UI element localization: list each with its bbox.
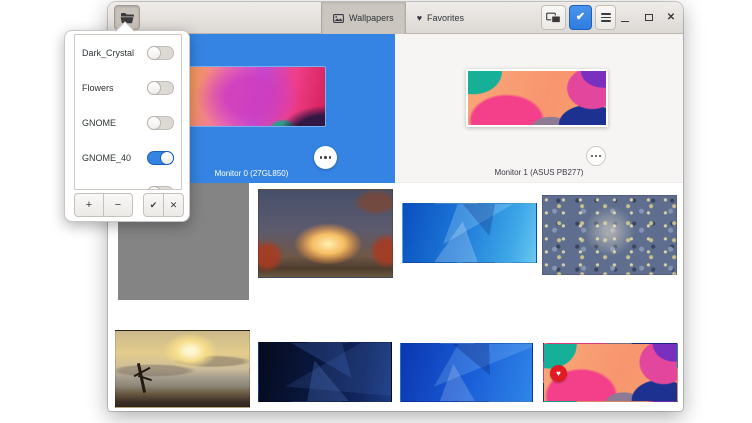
folder-toggle-switch[interactable] [147,186,174,191]
folder-row-gnome[interactable]: GNOME [75,105,181,140]
monitor-panes: Monitor 0 (27GL850) Monitor 1 (ASUS PB27… [108,34,683,183]
wallpaper-thumbnail-gnome40-favorite[interactable]: ♥ [543,343,678,402]
tab-favorites-label: Favorites [427,13,464,23]
minimize-icon [621,21,629,23]
popover-actions: + − ✔ ✕ [65,193,189,217]
menu-icon [601,12,611,24]
apply-wallpapers-button[interactable]: ✔ [569,5,592,30]
checkmark-icon: ✔ [576,12,585,23]
minimize-button[interactable] [613,5,637,30]
folder-name: GNOME [82,118,116,128]
monitor-1-label: Monitor 1 (ASUS PB277) [395,168,683,177]
image-icon [333,14,344,23]
remove-folder-button[interactable]: − [103,193,133,217]
desktop-stage: Wallpapers ♥ Favorites ✔ [0,0,752,423]
folder-toggle-switch[interactable] [147,151,174,165]
tab-wallpapers-label: Wallpapers [349,13,394,23]
monitor-1-pane[interactable]: Monitor 1 (ASUS PB277) [395,34,683,183]
folder-row-dark-crystal[interactable]: Dark_Crystal [75,35,181,70]
tab-favorites[interactable]: ♥ Favorites [406,2,475,34]
folder-name: GNOME_40 [82,153,131,163]
folder-toggle-switch[interactable] [147,81,174,95]
folder-name: Flowers [82,83,114,93]
favorite-badge: ♥ [550,365,567,382]
wallpaper-thumbnail-forest[interactable] [258,189,393,278]
folder-name: Dark_Crystal [82,48,134,58]
multi-monitor-mode-button[interactable] [541,5,566,30]
folder-toggle-switch[interactable] [147,116,174,130]
add-folder-button[interactable]: + [74,193,104,217]
minus-icon: − [115,199,121,211]
wallpaper-thumbnail-navy-geometric[interactable] [258,342,392,402]
monitor-1-options-button[interactable] [586,146,606,166]
confirm-folders-button[interactable]: ✔ [143,193,164,217]
heart-icon: ♥ [556,370,561,378]
monitor-0-options-button[interactable] [314,146,337,169]
wallpaper-thumbnail-blue-geometric[interactable] [402,203,537,263]
checkmark-icon: ✔ [150,200,158,211]
dual-monitor-icon [546,12,561,24]
wallpaper-thumbnail-royal-blue-geometric[interactable] [400,343,533,402]
ellipsis-icon [320,156,322,158]
monitor-1-wallpaper-preview [466,69,608,127]
ellipsis-icon [591,155,593,157]
cancel-folders-button[interactable]: ✕ [163,193,184,217]
view-switcher: Wallpapers ♥ Favorites [321,2,475,34]
close-icon: ✕ [667,13,675,23]
folder-list: Dark_Crystal Flowers GNOME GNOME_40 Misc [74,34,182,190]
folder-row-misc[interactable]: Misc [75,175,181,190]
folder-row-flowers[interactable]: Flowers [75,70,181,105]
hydrapaper-window: Wallpapers ♥ Favorites ✔ [108,2,683,411]
folders-popover: Dark_Crystal Flowers GNOME GNOME_40 Misc [64,30,190,222]
monitor-0-wallpaper-preview [186,67,325,126]
folder-name: Misc [82,188,101,191]
folder-row-gnome-40[interactable]: GNOME_40 [75,140,181,175]
plus-icon: + [86,199,92,211]
folder-toggle-switch[interactable] [147,46,174,60]
wallpaper-thumbnail-aerial-forest[interactable] [542,195,677,275]
folder-open-icon [120,12,134,24]
heart-icon: ♥ [417,14,422,23]
maximize-button[interactable] [637,5,661,30]
close-button[interactable]: ✕ [659,5,683,30]
tab-wallpapers[interactable]: Wallpapers [321,2,406,34]
header-bar: Wallpapers ♥ Favorites ✔ [108,2,683,34]
wallpaper-thumbnail-sunset[interactable] [115,330,250,408]
maximize-icon [645,14,653,21]
close-icon: ✕ [170,200,178,211]
